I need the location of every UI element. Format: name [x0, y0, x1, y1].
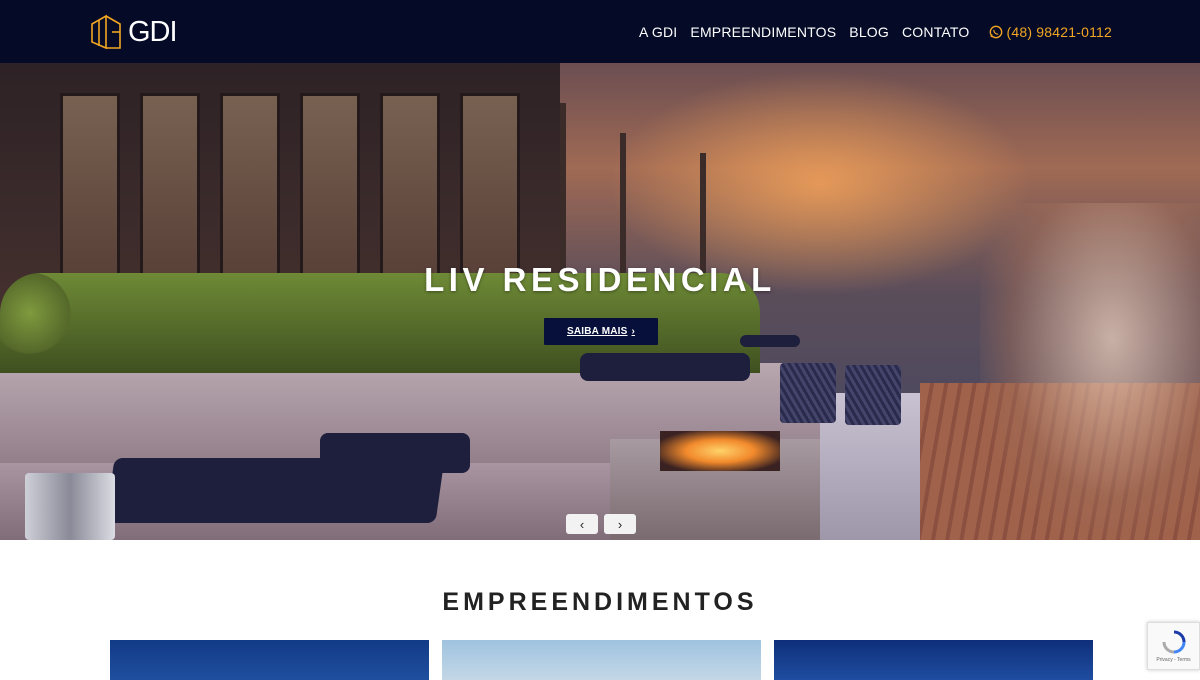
chevron-right-icon: ›	[631, 326, 636, 337]
recaptcha-text: Privacy - Terms	[1156, 657, 1191, 663]
building-logo-icon	[91, 14, 121, 50]
hero-title: LIV RESIDENCIAL	[424, 261, 776, 298]
slider-next-button[interactable]: ›	[604, 514, 636, 534]
saiba-mais-button[interactable]: SAIBA MAIS ›	[544, 318, 658, 345]
champagne-bucket	[25, 473, 115, 540]
chevron-right-icon: ›	[617, 516, 623, 532]
logo-text: GDI	[128, 15, 178, 48]
slider-prev-button[interactable]: ‹	[566, 514, 598, 534]
phone-number: (48) 98421-0112	[1006, 23, 1112, 40]
recaptcha-icon	[1162, 630, 1185, 654]
whatsapp-icon	[989, 25, 1002, 38]
project-card[interactable]	[110, 640, 429, 680]
nav-item-blog[interactable]: BLOG	[849, 24, 889, 40]
section-title: EMPREENDIMENTOS	[442, 588, 758, 616]
phone-link[interactable]: (48) 98421-0112	[989, 24, 1112, 40]
nav-item-a-gdi[interactable]: A GDI	[639, 24, 677, 40]
project-card[interactable]	[774, 640, 1093, 680]
chevron-left-icon: ‹	[579, 516, 585, 532]
project-card[interactable]	[442, 640, 761, 680]
gdi-logo[interactable]: GDI	[90, 12, 178, 52]
saiba-mais-label: SAIBA MAIS	[566, 326, 628, 337]
nav-item-contato[interactable]: CONTATO	[902, 24, 970, 40]
hero-slider: LIV RESIDENCIAL SAIBA MAIS › ‹ ›	[0, 63, 1200, 540]
top-navbar: GDI A GDI EMPREENDIMENTOS BLOG CONTATO (…	[0, 0, 1200, 63]
main-nav: A GDI EMPREENDIMENTOS BLOG CONTATO (48) …	[639, 0, 1112, 63]
nav-item-empreendimentos[interactable]: EMPREENDIMENTOS	[690, 24, 836, 40]
recaptcha-badge[interactable]: Privacy - Terms	[1147, 622, 1200, 670]
